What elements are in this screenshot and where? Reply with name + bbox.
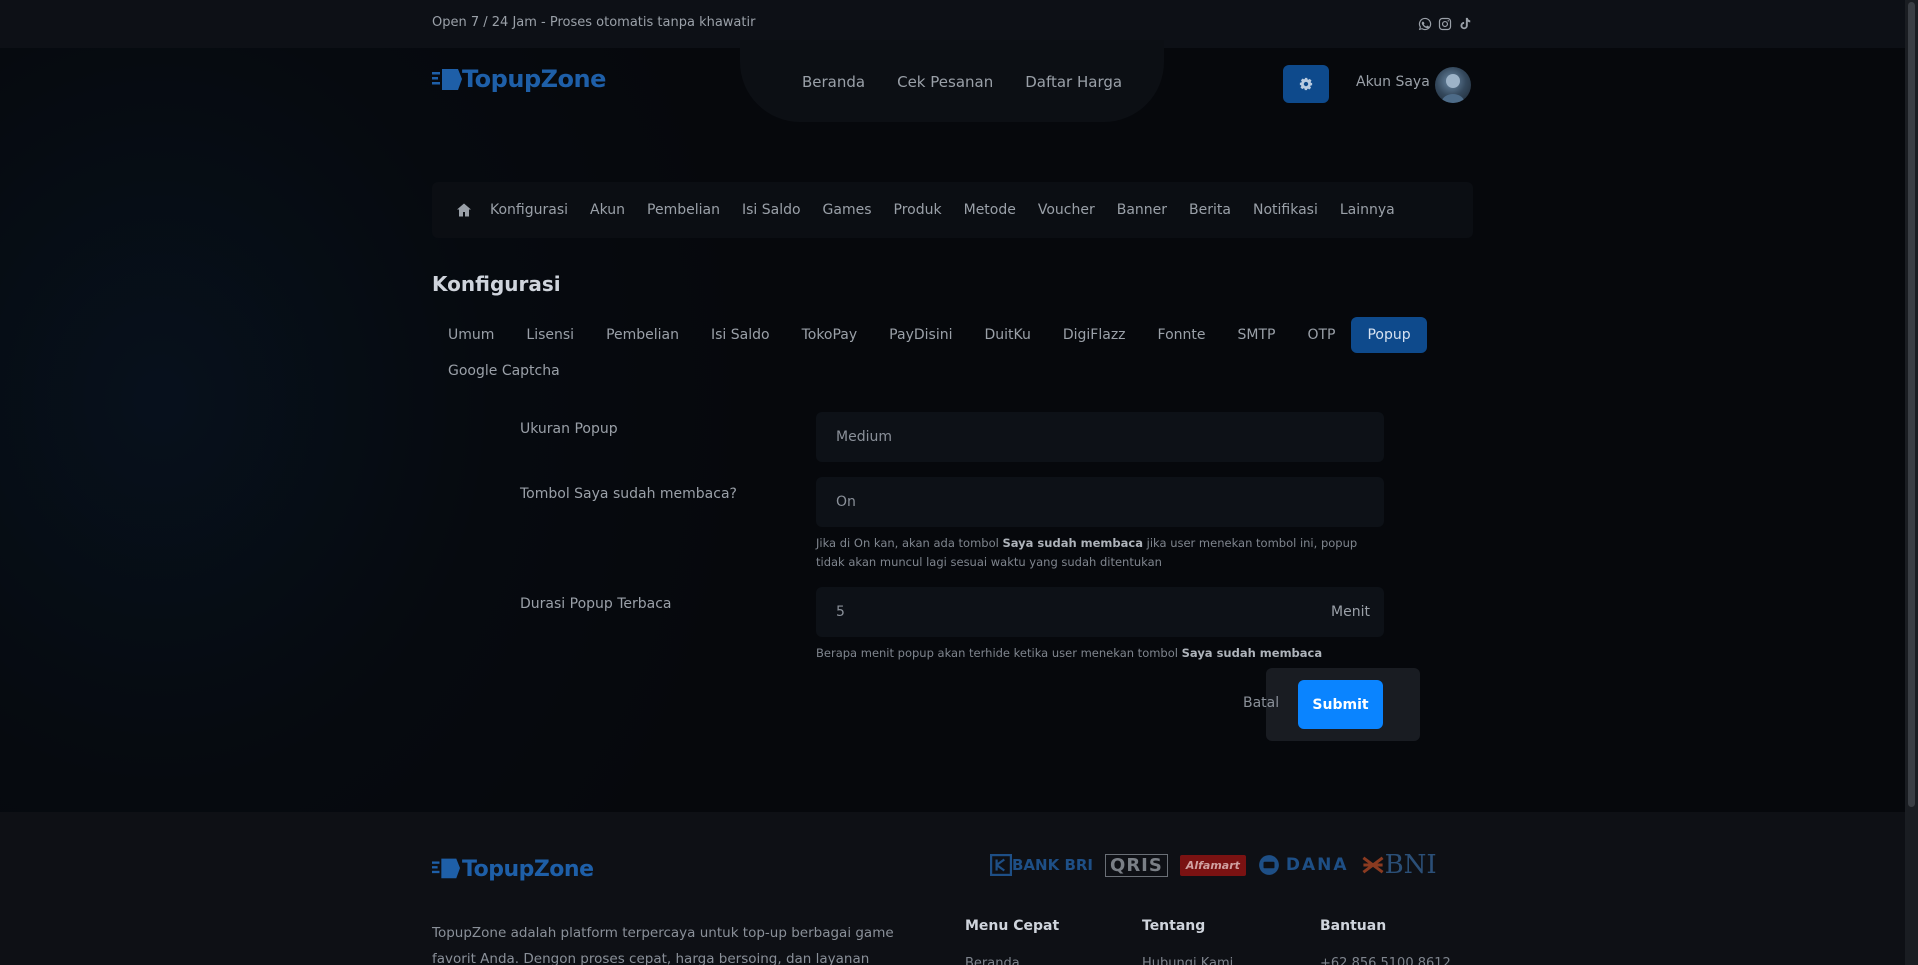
footer-col-bantuan: Bantuan <box>1320 918 1387 934</box>
tombol-label: Tombol Saya sudah membaca? <box>520 486 737 502</box>
footer-logo-text-zone: Zone <box>533 856 594 882</box>
payment-logo-dana: DANA <box>1258 854 1349 876</box>
tab-paydisini[interactable]: PayDisini <box>873 317 968 353</box>
home-icon[interactable] <box>456 202 472 218</box>
ukuran-popup-select[interactable]: Medium <box>816 412 1384 462</box>
bri-logo-icon <box>990 854 1012 876</box>
admin-menu-games[interactable]: Games <box>823 202 872 218</box>
ukuran-popup-value: Medium <box>836 429 892 445</box>
tombol-select[interactable]: On <box>816 477 1384 527</box>
payment-logo-qris: QRIS <box>1105 853 1168 877</box>
scrollbar-thumb[interactable] <box>1908 2 1915 807</box>
tab-smtp[interactable]: SMTP <box>1222 317 1292 353</box>
admin-menu-metode[interactable]: Metode <box>964 202 1016 218</box>
footer-brand-logo[interactable]: TopupZone <box>432 854 594 884</box>
logo-text-zone: Zone <box>540 65 607 93</box>
durasi-label: Durasi Popup Terbaca <box>520 596 672 612</box>
footer-description: TopupZone adalah platform terpercaya unt… <box>432 925 894 965</box>
tab-otp[interactable]: OTP <box>1291 317 1351 353</box>
tab-lisensi[interactable]: Lisensi <box>510 317 590 353</box>
submit-button[interactable]: Submit <box>1298 680 1383 729</box>
admin-menu-produk[interactable]: Produk <box>894 202 942 218</box>
nav-link-cek-pesanan[interactable]: Cek Pesanan <box>897 73 993 91</box>
footer-logo-mark-icon <box>432 854 460 884</box>
footer-link-hubungi[interactable]: Hubungi Kami <box>1142 956 1233 965</box>
whatsapp-icon[interactable] <box>1418 16 1432 31</box>
payment-logo-bni: BNI <box>1361 850 1437 880</box>
ukuran-popup-label: Ukuran Popup <box>520 421 618 437</box>
admin-menu-berita[interactable]: Berita <box>1189 202 1231 218</box>
page-title: Konfigurasi <box>432 272 561 296</box>
payment-logos: BANK BRI QRIS Alfamart DANA BNI <box>990 850 1437 880</box>
admin-menu: Konfigurasi Akun Pembelian Isi Saldo Gam… <box>432 182 1473 238</box>
footer-phone[interactable]: +62 856 5100 8612 <box>1320 956 1451 965</box>
logo-mark-icon <box>432 64 462 94</box>
instagram-icon[interactable] <box>1438 16 1452 31</box>
tiktok-icon[interactable] <box>1458 16 1472 30</box>
payment-logo-alfamart: Alfamart <box>1179 854 1246 876</box>
cancel-button[interactable]: Batal <box>1243 695 1279 711</box>
config-tabs: Umum Lisensi Pembelian Isi Saldo TokoPay… <box>432 317 1432 389</box>
durasi-help-text: Berapa menit popup akan terhide ketika u… <box>816 646 1323 660</box>
avatar[interactable] <box>1435 67 1471 103</box>
tab-fonnte[interactable]: Fonnte <box>1142 317 1222 353</box>
admin-menu-isi-saldo[interactable]: Isi Saldo <box>742 202 801 218</box>
tab-popup[interactable]: Popup <box>1351 317 1427 353</box>
account-link[interactable]: Akun Saya <box>1356 74 1430 90</box>
footer-col-menu-cepat: Menu Cepat <box>965 918 1060 934</box>
footer-logo-text-topup: Topup <box>462 856 534 882</box>
admin-menu-banner[interactable]: Banner <box>1117 202 1167 218</box>
durasi-input[interactable]: 5 Menit <box>816 587 1384 637</box>
gear-icon <box>1299 77 1313 91</box>
scrollbar[interactable] <box>1905 0 1918 965</box>
nav-link-daftar-harga[interactable]: Daftar Harga <box>1025 73 1122 91</box>
durasi-value: 5 <box>836 604 845 620</box>
tombol-help-text: Jika di On kan, akan ada tombol Saya sud… <box>816 536 1358 569</box>
bni-logo-icon <box>1362 856 1384 874</box>
tab-google-captcha[interactable]: Google Captcha <box>432 353 576 389</box>
logo-text-topup: Topup <box>462 65 541 93</box>
tab-pembelian[interactable]: Pembelian <box>590 317 695 353</box>
durasi-suffix: Menit <box>1331 604 1370 620</box>
brand-logo[interactable]: TopupZone <box>432 64 606 94</box>
social-links <box>1418 16 1472 31</box>
footer-col-tentang: Tentang <box>1142 918 1206 934</box>
admin-menu-notifikasi[interactable]: Notifikasi <box>1253 202 1318 218</box>
tombol-value: On <box>836 494 856 510</box>
tab-duitku[interactable]: DuitKu <box>968 317 1046 353</box>
payment-logo-bri: BANK BRI <box>990 854 1093 876</box>
nav-link-beranda[interactable]: Beranda <box>802 73 865 91</box>
tab-digiflazz[interactable]: DigiFlazz <box>1047 317 1142 353</box>
tab-isi-saldo[interactable]: Isi Saldo <box>695 317 786 353</box>
dana-logo-icon <box>1259 855 1279 875</box>
admin-menu-akun[interactable]: Akun <box>590 202 625 218</box>
admin-menu-voucher[interactable]: Voucher <box>1038 202 1095 218</box>
tab-tokopay[interactable]: TokoPay <box>786 317 874 353</box>
footer <box>0 812 1905 965</box>
admin-menu-pembelian[interactable]: Pembelian <box>647 202 720 218</box>
admin-menu-lainnya[interactable]: Lainnya <box>1340 202 1395 218</box>
top-bar-text: Open 7 / 24 Jam - Proses otomatis tanpa … <box>432 15 756 30</box>
footer-link-beranda[interactable]: Beranda <box>965 956 1020 965</box>
admin-menu-konfigurasi[interactable]: Konfigurasi <box>490 202 568 218</box>
tab-umum[interactable]: Umum <box>432 317 510 353</box>
settings-button[interactable] <box>1283 65 1329 103</box>
main-nav: Beranda Cek Pesanan Daftar Harga <box>802 73 1122 91</box>
